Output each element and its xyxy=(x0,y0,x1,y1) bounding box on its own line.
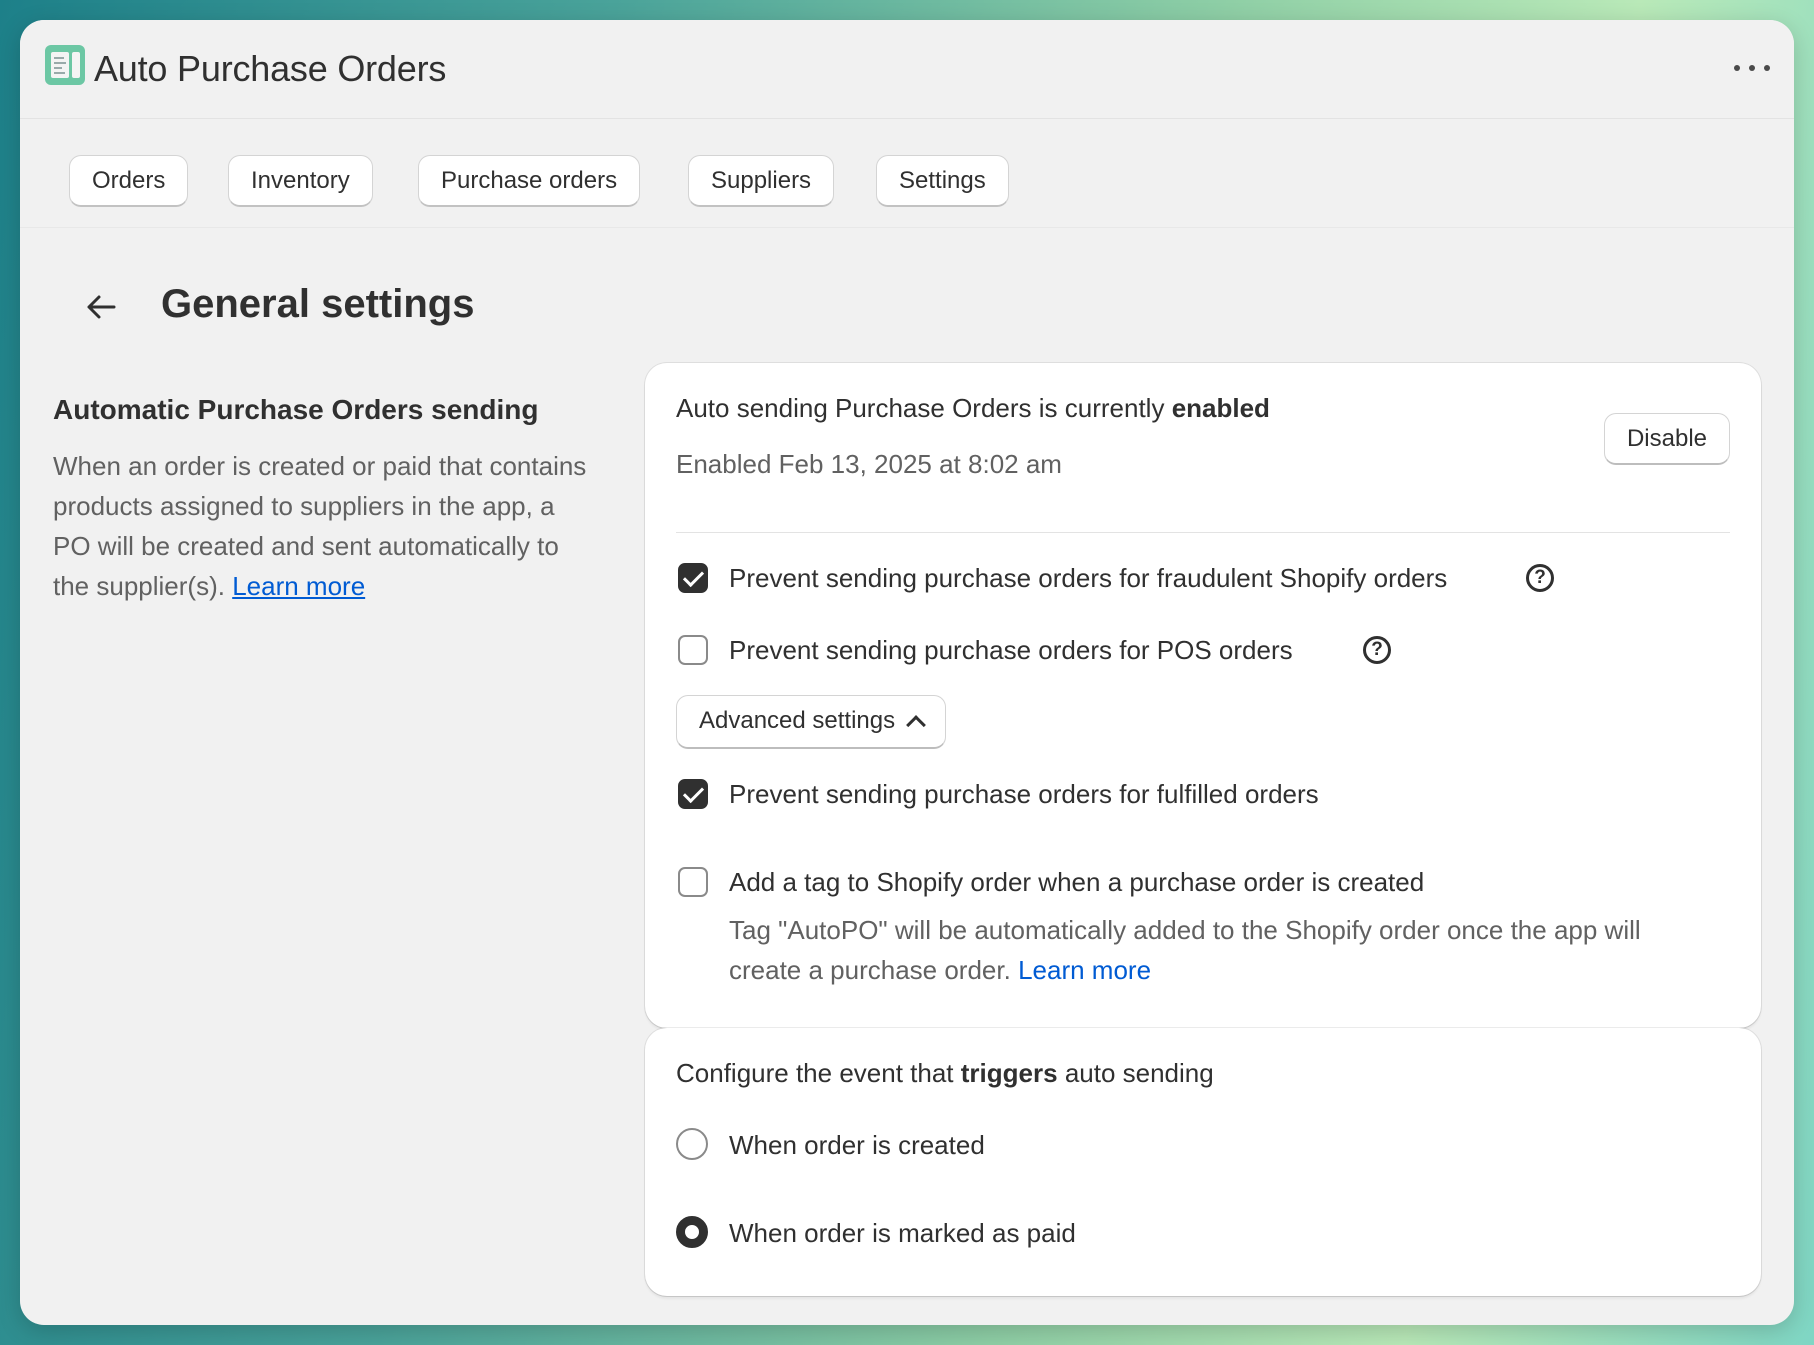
fraudulent-orders-checkbox[interactable] xyxy=(678,563,708,593)
add-tag-help-line1: Tag "AutoPO" will be automatically added… xyxy=(729,915,1641,945)
add-tag-label: Add a tag to Shopify order when a purcha… xyxy=(729,867,1425,897)
add-tag-checkbox[interactable] xyxy=(678,867,708,897)
pos-orders-checkbox[interactable] xyxy=(678,635,708,665)
order-paid-label: When order is marked as paid xyxy=(729,1218,1076,1248)
auto-sending-card: Auto sending Purchase Orders is currentl… xyxy=(645,363,1761,1028)
fulfilled-orders-label: Prevent sending purchase orders for fulf… xyxy=(729,779,1319,809)
order-created-radio[interactable] xyxy=(676,1128,708,1160)
help-circle-icon[interactable]: ? xyxy=(1363,636,1391,664)
nav-inventory-button[interactable]: Inventory xyxy=(228,155,373,207)
advanced-settings-label: Advanced settings xyxy=(699,707,896,734)
spreadsheet-app-icon xyxy=(45,45,85,85)
status-value: enabled xyxy=(1171,393,1270,423)
trigger-title: Configure the event that triggers auto s… xyxy=(676,1058,1214,1088)
trigger-card: Configure the event that triggers auto s… xyxy=(645,1028,1761,1296)
disable-button[interactable]: Disable xyxy=(1603,413,1730,465)
dot-icon xyxy=(1734,65,1740,71)
section-title: Automatic Purchase Orders sending xyxy=(53,394,539,425)
nav-bar: Orders Inventory Purchase orders Supplie… xyxy=(20,119,1794,228)
section-info: Automatic Purchase Orders sending When a… xyxy=(53,394,593,606)
page-title: General settings xyxy=(161,282,475,326)
nav-suppliers-button[interactable]: Suppliers xyxy=(688,155,835,207)
dot-icon xyxy=(1749,65,1755,71)
help-circle-icon[interactable]: ? xyxy=(1526,564,1554,592)
order-paid-radio[interactable] xyxy=(676,1216,708,1248)
title-bar: Auto Purchase Orders xyxy=(20,20,1794,119)
add-tag-help-line2: create a purchase order. Learn more xyxy=(729,955,1152,985)
enabled-timestamp: Enabled Feb 13, 2025 at 8:02 am xyxy=(676,449,1062,479)
fraudulent-orders-label: Prevent sending purchase orders for frau… xyxy=(729,563,1448,593)
dot-icon xyxy=(1764,65,1770,71)
tag-learn-more-link[interactable]: Learn more xyxy=(1018,955,1151,985)
arrow-left-icon[interactable] xyxy=(84,290,118,324)
app-window: Auto Purchase Orders Orders Inventory Pu… xyxy=(20,20,1794,1325)
nav-orders-button[interactable]: Orders xyxy=(69,155,189,207)
pos-orders-label: Prevent sending purchase orders for POS … xyxy=(729,635,1293,665)
chevron-up-icon xyxy=(906,715,927,735)
nav-purchase-orders-button[interactable]: Purchase orders xyxy=(418,155,641,207)
app-title: Auto Purchase Orders xyxy=(94,48,447,89)
divider xyxy=(676,532,1730,533)
fulfilled-orders-checkbox[interactable] xyxy=(678,779,708,809)
learn-more-link[interactable]: Learn more xyxy=(232,571,365,601)
advanced-settings-button[interactable]: Advanced settings xyxy=(676,695,947,749)
status-text: Auto sending Purchase Orders is currentl… xyxy=(676,393,1270,423)
more-options-button[interactable] xyxy=(1734,54,1770,82)
nav-settings-button[interactable]: Settings xyxy=(876,155,1009,207)
section-description: When an order is created or paid that co… xyxy=(53,446,593,606)
order-created-label: When order is created xyxy=(729,1130,985,1160)
